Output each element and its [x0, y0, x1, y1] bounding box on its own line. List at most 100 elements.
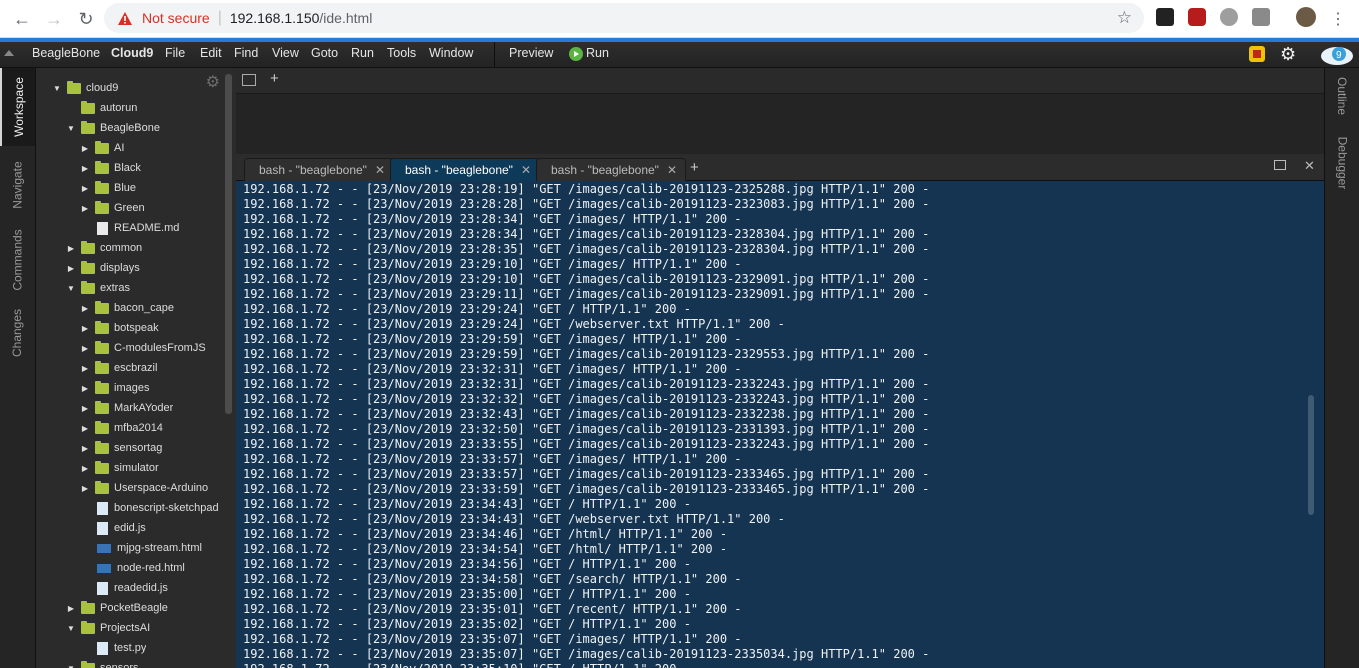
tree-folder[interactable]: ▶ common	[36, 238, 224, 258]
tree-file[interactable]: test.py	[36, 638, 224, 658]
bookmark-star-icon[interactable]: ☆	[1117, 8, 1132, 28]
tree-file[interactable]: node-red.html	[36, 558, 224, 578]
forward-arrow-icon[interactable]: →	[40, 5, 68, 33]
menu-file[interactable]: File	[165, 46, 185, 60]
new-tab-plus-icon[interactable]: +	[270, 70, 279, 87]
tree-folder[interactable]: ▶ Black	[36, 158, 224, 178]
tree-folder[interactable]: ▼ sensors	[36, 658, 224, 668]
tree-folder[interactable]: ▶ C-modulesFromJS	[36, 338, 224, 358]
reload-icon[interactable]: ↻	[72, 5, 100, 33]
tab-commands[interactable]: Commands	[0, 220, 35, 300]
collapsed-arrow-icon[interactable]: ▶	[80, 324, 90, 333]
collapsed-arrow-icon[interactable]: ▶	[80, 384, 90, 393]
tree-file[interactable]: mjpg-stream.html	[36, 538, 224, 558]
tree-folder[interactable]: ▶ escbrazil	[36, 358, 224, 378]
terminal-tab-3[interactable]: bash - "beaglebone" ✕	[536, 158, 686, 181]
tree-folder[interactable]: ▶ MarkAYoder	[36, 398, 224, 418]
expanded-arrow-icon[interactable]: ▼	[66, 124, 76, 133]
collapsed-arrow-icon[interactable]: ▶	[80, 424, 90, 433]
tree-file[interactable]: readedid.js	[36, 578, 224, 598]
maximize-icon[interactable]	[1274, 160, 1286, 170]
menu-beaglebone[interactable]: BeagleBone	[32, 46, 100, 60]
tree-file[interactable]: edid.js	[36, 518, 224, 538]
extension-circle-icon[interactable]	[1220, 8, 1238, 26]
menu-goto[interactable]: Goto	[311, 46, 338, 60]
add-terminal-plus-icon[interactable]: +	[690, 159, 699, 176]
tab-outline[interactable]: Outline	[1325, 68, 1359, 124]
tab-changes[interactable]: Changes	[0, 300, 35, 366]
collapsed-arrow-icon[interactable]: ▶	[80, 344, 90, 353]
tree-folder[interactable]: ▼ BeagleBone	[36, 118, 224, 138]
terminal-tab-2[interactable]: bash - "beaglebone" ✕	[390, 158, 540, 181]
close-icon[interactable]: ✕	[667, 163, 677, 177]
tree-folder[interactable]: ▶ mfba2014	[36, 418, 224, 438]
collapsed-arrow-icon[interactable]: ▶	[80, 484, 90, 493]
collapse-arrow-icon[interactable]	[4, 50, 14, 56]
tab-workspace[interactable]: Workspace	[0, 68, 35, 146]
tab-debugger[interactable]: Debugger	[1325, 128, 1359, 198]
menu-window[interactable]: Window	[429, 46, 473, 60]
tree-folder[interactable]: ▼ extras	[36, 278, 224, 298]
browser-menu-icon[interactable]: ⋮	[1324, 5, 1352, 33]
menu-edit[interactable]: Edit	[200, 46, 222, 60]
tree-folder[interactable]: ▶ bacon_cape	[36, 298, 224, 318]
collapsed-arrow-icon[interactable]: ▶	[80, 164, 90, 173]
close-icon[interactable]: ✕	[521, 163, 531, 177]
bug-badge-icon[interactable]	[1249, 46, 1265, 62]
tree-folder[interactable]: autorun	[36, 98, 224, 118]
tree-folder[interactable]: ▶ simulator	[36, 458, 224, 478]
menu-view[interactable]: View	[272, 46, 299, 60]
tab-navigate[interactable]: Navigate	[0, 150, 35, 220]
tree-folder[interactable]: ▶ Blue	[36, 178, 224, 198]
expanded-arrow-icon[interactable]: ▼	[52, 84, 62, 93]
tree-folder[interactable]: ▶ displays	[36, 258, 224, 278]
ublock-icon[interactable]	[1188, 8, 1206, 26]
collapsed-arrow-icon[interactable]: ▶	[80, 364, 90, 373]
preview-button[interactable]: Preview	[509, 46, 553, 60]
terminal-pane[interactable]: 192.168.1.72 - - [23/Nov/2019 23:28:19] …	[236, 181, 1324, 668]
terminal-tab-1[interactable]: bash - "beaglebone" ✕	[244, 158, 394, 181]
panel-toggle-icon[interactable]	[242, 74, 256, 86]
tree-folder[interactable]: ▶ Green	[36, 198, 224, 218]
run-button[interactable]: Run	[586, 46, 609, 60]
collapsed-arrow-icon[interactable]: ▶	[80, 404, 90, 413]
terminal-scrollbar[interactable]	[1308, 395, 1314, 515]
collapsed-arrow-icon[interactable]: ▶	[80, 204, 90, 213]
collapsed-arrow-icon[interactable]: ▶	[80, 464, 90, 473]
tree-folder[interactable]: ▼ ProjectsAI	[36, 618, 224, 638]
close-pane-icon[interactable]: ✕	[1304, 158, 1315, 174]
menu-tools[interactable]: Tools	[387, 46, 416, 60]
collapsed-arrow-icon[interactable]: ▶	[80, 184, 90, 193]
run-play-icon[interactable]	[569, 47, 583, 61]
tree-folder[interactable]: ▼ cloud9	[36, 78, 224, 98]
collapsed-arrow-icon[interactable]: ▶	[66, 244, 76, 253]
extension-h-icon[interactable]	[1156, 8, 1174, 26]
expanded-arrow-icon[interactable]: ▼	[66, 284, 76, 293]
tree-folder[interactable]: ▶ botspeak	[36, 318, 224, 338]
tree-folder[interactable]: ▶ AI	[36, 138, 224, 158]
menu-find[interactable]: Find	[234, 46, 258, 60]
settings-gear-icon[interactable]: ⚙	[1280, 44, 1296, 65]
expanded-arrow-icon[interactable]: ▼	[66, 624, 76, 633]
menu-cloud9[interactable]: Cloud9	[111, 46, 153, 60]
address-bar[interactable]: Not secure | 192.168.1.150/ide.html ☆	[104, 3, 1144, 33]
collapsed-arrow-icon[interactable]: ▶	[80, 304, 90, 313]
tree-folder[interactable]: ▶ images	[36, 378, 224, 398]
collapsed-arrow-icon[interactable]: ▶	[66, 604, 76, 613]
expanded-arrow-icon[interactable]: ▼	[66, 664, 76, 668]
extension-box-icon[interactable]	[1252, 8, 1270, 26]
tree-scrollbar[interactable]	[225, 74, 232, 414]
close-icon[interactable]: ✕	[375, 163, 385, 177]
tree-folder[interactable]: ▶ Userspace-Arduino	[36, 478, 224, 498]
menu-run[interactable]: Run	[351, 46, 374, 60]
collapsed-arrow-icon[interactable]: ▶	[66, 264, 76, 273]
cloud9-logo-icon[interactable]: 9	[1319, 44, 1355, 66]
tree-folder[interactable]: ▶ sensortag	[36, 438, 224, 458]
tree-folder[interactable]: ▶ PocketBeagle	[36, 598, 224, 618]
collapsed-arrow-icon[interactable]: ▶	[80, 144, 90, 153]
tree-file[interactable]: bonescript-sketchpad	[36, 498, 224, 518]
collapsed-arrow-icon[interactable]: ▶	[80, 444, 90, 453]
tree-file[interactable]: README.md	[36, 218, 224, 238]
back-arrow-icon[interactable]: ←	[8, 5, 36, 33]
avatar[interactable]	[1296, 7, 1316, 27]
